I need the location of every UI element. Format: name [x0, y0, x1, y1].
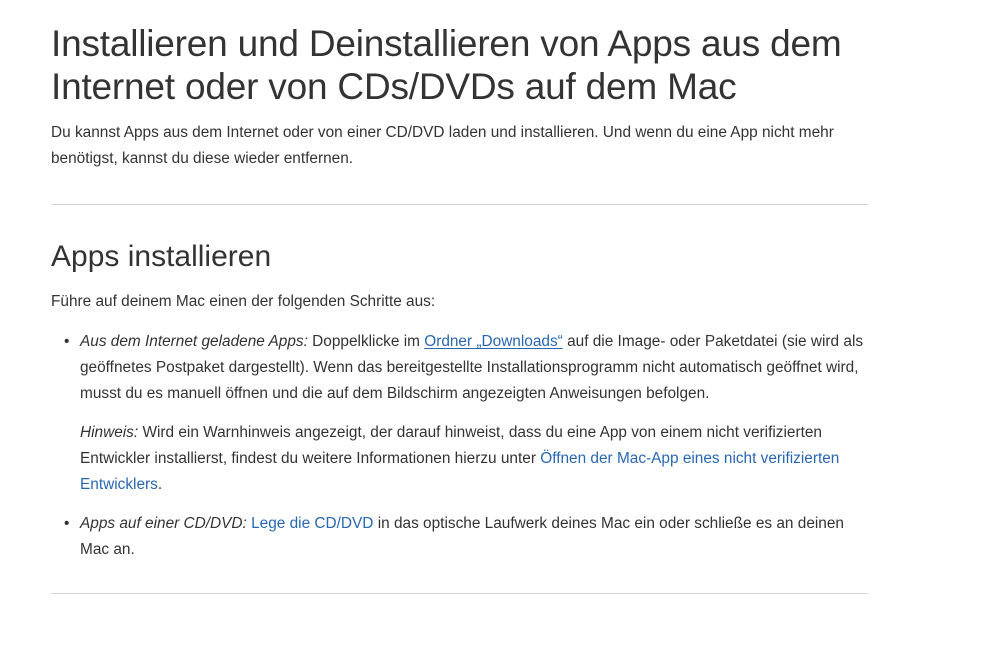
insert-cd-dvd-link[interactable]: Lege die CD/DVD — [251, 515, 373, 532]
note-text: . — [157, 476, 163, 493]
section-divider — [51, 204, 868, 205]
intro-paragraph: Du kannst Apps aus dem Internet oder von… — [51, 124, 834, 167]
list-item-cd-dvd-apps: • Apps auf einer CD/DVD: Lege die CD/DVD… — [64, 511, 868, 563]
section-lead: Führe auf deinem Mac einen der folgenden… — [51, 293, 436, 310]
steps-list: • Aus dem Internet geladene Apps: Doppel… — [51, 329, 868, 563]
note-paragraph: Hinweis: Wird ein Warnhinweis angezeigt,… — [80, 420, 868, 498]
downloads-folder-link[interactable]: Ordner „Downloads“ — [424, 333, 563, 350]
item-label: Aus dem Internet geladene Apps: — [80, 333, 308, 350]
bullet-icon: • — [64, 333, 70, 350]
bullet-icon: • — [64, 515, 70, 532]
item-label: Apps auf einer CD/DVD: — [80, 515, 247, 532]
list-item-internet-apps: • Aus dem Internet geladene Apps: Doppel… — [64, 329, 868, 498]
section-divider — [51, 593, 868, 594]
section-title: Apps installieren — [51, 240, 272, 273]
page-title: Installieren und Deinstallieren von Apps… — [51, 23, 842, 107]
item-text: Doppelklicke im — [307, 333, 425, 350]
help-article: Installieren und Deinstallieren von Apps… — [51, 22, 868, 594]
note-label: Hinweis: — [80, 424, 139, 441]
